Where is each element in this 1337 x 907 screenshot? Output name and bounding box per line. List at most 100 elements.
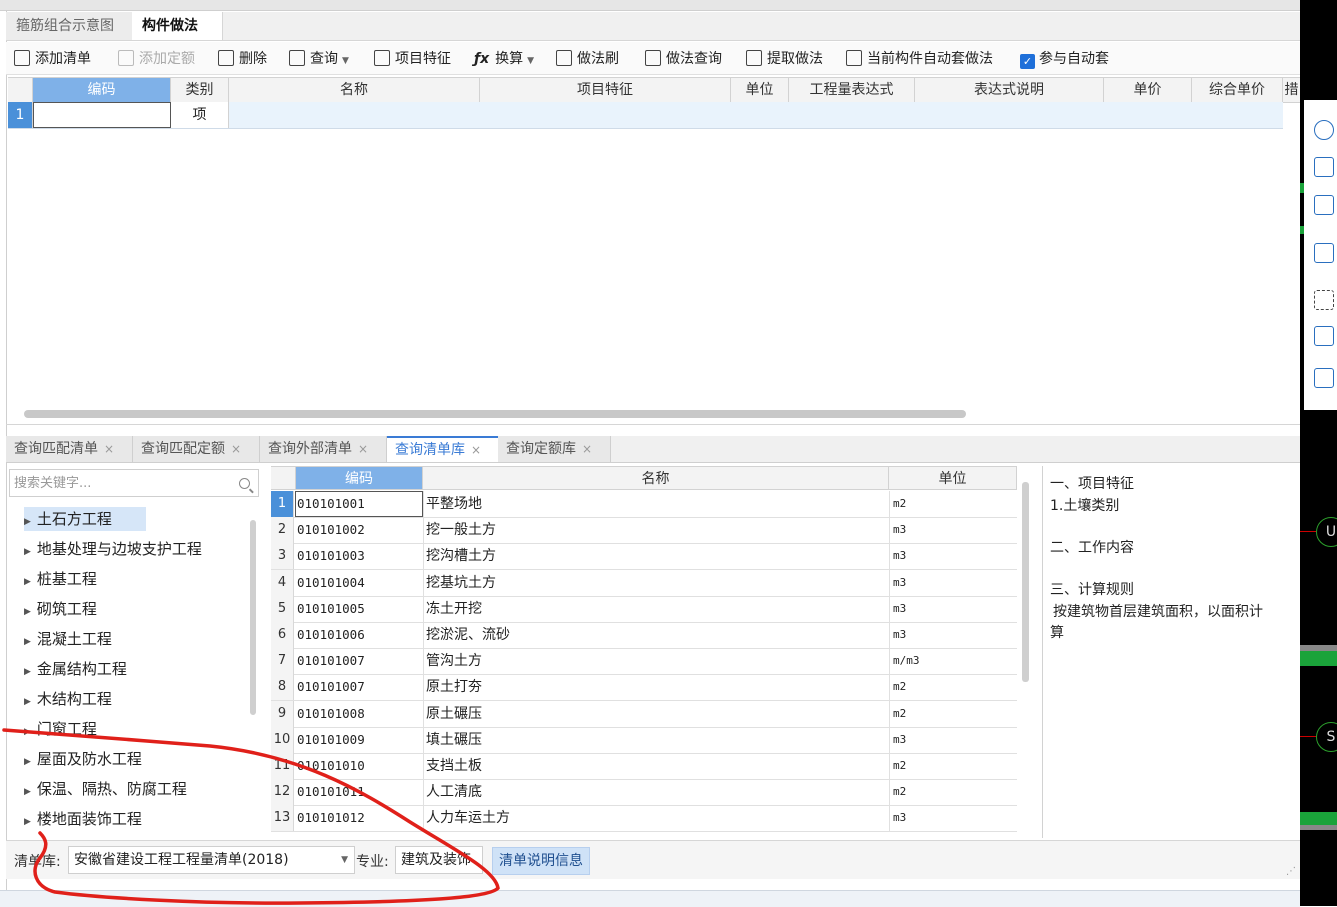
orbit-icon[interactable] (1314, 120, 1334, 140)
table-row[interactable]: 3 010101003 挖沟槽土方 m3 (271, 543, 1017, 571)
table-row[interactable]: 4 010101004 挖基坑土方 m3 (271, 569, 1017, 597)
add-quota-button[interactable]: 添加定额 (118, 48, 195, 70)
tab-stirrup-diagram[interactable]: 箍筋组合示意图 (6, 12, 137, 40)
tree-item[interactable]: ▶ 金属结构工程 (24, 657, 127, 681)
chevron-right-icon[interactable]: ▶ (24, 637, 31, 647)
table-row[interactable]: 8 010101007 原土打夯 m2 (271, 674, 1017, 702)
chevron-right-icon[interactable]: ▶ (24, 607, 31, 617)
chevron-right-icon[interactable]: ▶ (24, 577, 31, 587)
tab-query-list-library[interactable]: 查询清单库 × (387, 436, 500, 462)
table-row[interactable]: 10 010101009 填土碾压 m3 (271, 726, 1017, 754)
tab-component-method[interactable]: 构件做法 (132, 12, 223, 40)
resize-grip-icon[interactable]: ⋰ (1286, 866, 1296, 877)
tree-item[interactable]: ▶ 桩基工程 (24, 567, 97, 591)
chevron-down-icon[interactable]: ▼ (527, 56, 534, 66)
solid-cube-icon[interactable] (1314, 243, 1334, 263)
chevron-right-icon[interactable]: ▶ (24, 697, 31, 707)
close-icon[interactable]: × (231, 442, 241, 456)
query-button[interactable]: 查询 ▼ (289, 48, 349, 70)
chevron-right-icon[interactable]: ▶ (24, 547, 31, 557)
header-expression-desc[interactable]: 表达式说明 (915, 78, 1104, 102)
list-header-name[interactable]: 名称 (423, 466, 889, 490)
table-row[interactable]: 2 010101002 挖一般土方 m3 (271, 517, 1017, 545)
chevron-right-icon[interactable]: ▶ (24, 757, 31, 767)
method-brush-button[interactable]: 做法刷 (556, 48, 619, 70)
tree-scrollbar[interactable] (250, 520, 256, 715)
header-measure[interactable]: 措 (1283, 78, 1300, 102)
3d-view-icon[interactable] (1314, 157, 1334, 177)
search-icon[interactable] (239, 478, 250, 489)
type-cell[interactable]: 项 (171, 102, 229, 128)
header-quantity-expression[interactable]: 工程量表达式 (789, 78, 915, 102)
close-icon[interactable]: × (471, 443, 481, 457)
query-label: 查询 (310, 51, 338, 67)
tree-item[interactable]: ▶ 土石方工程 (24, 507, 146, 531)
tree-item[interactable]: ▶ 屋面及防水工程 (24, 747, 142, 771)
table-row[interactable]: 13 010101012 人力车运土方 m3 (271, 805, 1017, 833)
tree-item[interactable]: ▶ 保温、隔热、防腐工程 (24, 777, 187, 801)
chevron-right-icon[interactable]: ▶ (24, 667, 31, 677)
chevron-right-icon[interactable]: ▶ (24, 817, 31, 827)
header-type[interactable]: 类别 (171, 78, 229, 102)
tab-query-match-quota[interactable]: 查询匹配定额 × (133, 436, 260, 462)
header-unit-price[interactable]: 单价 (1104, 78, 1192, 102)
code-edit-cell[interactable] (33, 102, 171, 128)
selection-box-icon[interactable] (1314, 290, 1334, 310)
close-icon[interactable]: × (582, 442, 592, 456)
participate-auto-checkbox[interactable]: ✓ 参与自动套 (1020, 48, 1109, 70)
table-row[interactable]: 12 010101011 人工清底 m2 (271, 779, 1017, 807)
row-number[interactable]: 1 (8, 102, 33, 128)
method-query-button[interactable]: 做法查询 (645, 48, 722, 70)
column-divider (889, 491, 890, 517)
tree-item[interactable]: ▶ 楼地面装饰工程 (24, 807, 142, 831)
chevron-right-icon[interactable]: ▶ (24, 787, 31, 797)
tab-query-match-list[interactable]: 查询匹配清单 × (6, 436, 133, 462)
list-view-icon[interactable] (1314, 368, 1334, 388)
add-list-button[interactable]: 添加清单 (14, 48, 91, 70)
row-code: 010101008 (297, 705, 365, 721)
tab-query-quota-library[interactable]: 查询定额库 × (498, 436, 611, 462)
chevron-right-icon[interactable]: ▶ (24, 517, 31, 527)
chevron-down-icon[interactable]: ▼ (342, 56, 349, 66)
tree-item[interactable]: ▶ 门窗工程 (24, 717, 97, 741)
tab-query-external-list[interactable]: 查询外部清单 × (260, 436, 387, 462)
checkbox-checked-icon[interactable]: ✓ (1020, 54, 1035, 69)
row-unit: m3 (893, 523, 907, 537)
upper-grid-row[interactable]: 1 项 (8, 102, 1283, 129)
header-item-feature[interactable]: 项目特征 (480, 78, 731, 102)
list-scrollbar[interactable] (1022, 482, 1029, 682)
header-code[interactable]: 编码 (33, 78, 171, 102)
tree-item[interactable]: ▶ 木结构工程 (24, 687, 112, 711)
horizontal-scrollbar[interactable] (24, 410, 966, 418)
cube-icon[interactable] (1314, 195, 1334, 215)
search-input[interactable]: 搜索关键字... (9, 469, 259, 497)
table-row[interactable]: 1 010101001 平整场地 m2 (271, 491, 1017, 518)
table-row[interactable]: 7 010101007 管沟土方 m/m3 (271, 648, 1017, 676)
box-view-icon[interactable] (1314, 326, 1334, 346)
list-info-button[interactable]: 清单说明信息 (492, 847, 590, 875)
close-icon[interactable]: × (104, 442, 114, 456)
tree-item[interactable]: ▶ 地基处理与边坡支护工程 (24, 537, 202, 561)
delete-button[interactable]: 删除 (218, 48, 267, 70)
header-name[interactable]: 名称 (229, 78, 480, 102)
convert-button[interactable]: ƒx 换算 ▼ (474, 48, 534, 70)
chevron-right-icon[interactable]: ▶ (24, 727, 31, 737)
chevron-down-icon[interactable]: ▼ (341, 847, 348, 873)
table-row[interactable]: 5 010101005 冻土开挖 m3 (271, 595, 1017, 623)
list-header-code[interactable]: 编码 (296, 466, 423, 490)
item-feature-button[interactable]: 项目特征 (374, 48, 451, 70)
table-row[interactable]: 6 010101006 挖淤泥、流砂 m3 (271, 622, 1017, 649)
table-row[interactable]: 11 010101010 支挡土板 m2 (271, 753, 1017, 780)
specialty-select[interactable]: 建筑及装饰 (395, 846, 483, 874)
header-unit[interactable]: 单位 (731, 78, 789, 102)
library-select[interactable]: 安徽省建设工程工程量清单(2018) ▼ (68, 846, 355, 874)
table-row[interactable]: 9 010101008 原土碾压 m2 (271, 700, 1017, 728)
tree-item[interactable]: ▶ 混凝土工程 (24, 627, 112, 651)
row-unit: m2 (893, 706, 907, 720)
tree-item[interactable]: ▶ 砌筑工程 (24, 597, 97, 621)
extract-method-button[interactable]: 提取做法 (746, 48, 823, 70)
close-icon[interactable]: × (358, 442, 368, 456)
auto-method-button[interactable]: 当前构件自动套做法 (846, 48, 993, 70)
list-header-unit[interactable]: 单位 (889, 466, 1017, 490)
header-composite-price[interactable]: 综合单价 (1192, 78, 1283, 102)
